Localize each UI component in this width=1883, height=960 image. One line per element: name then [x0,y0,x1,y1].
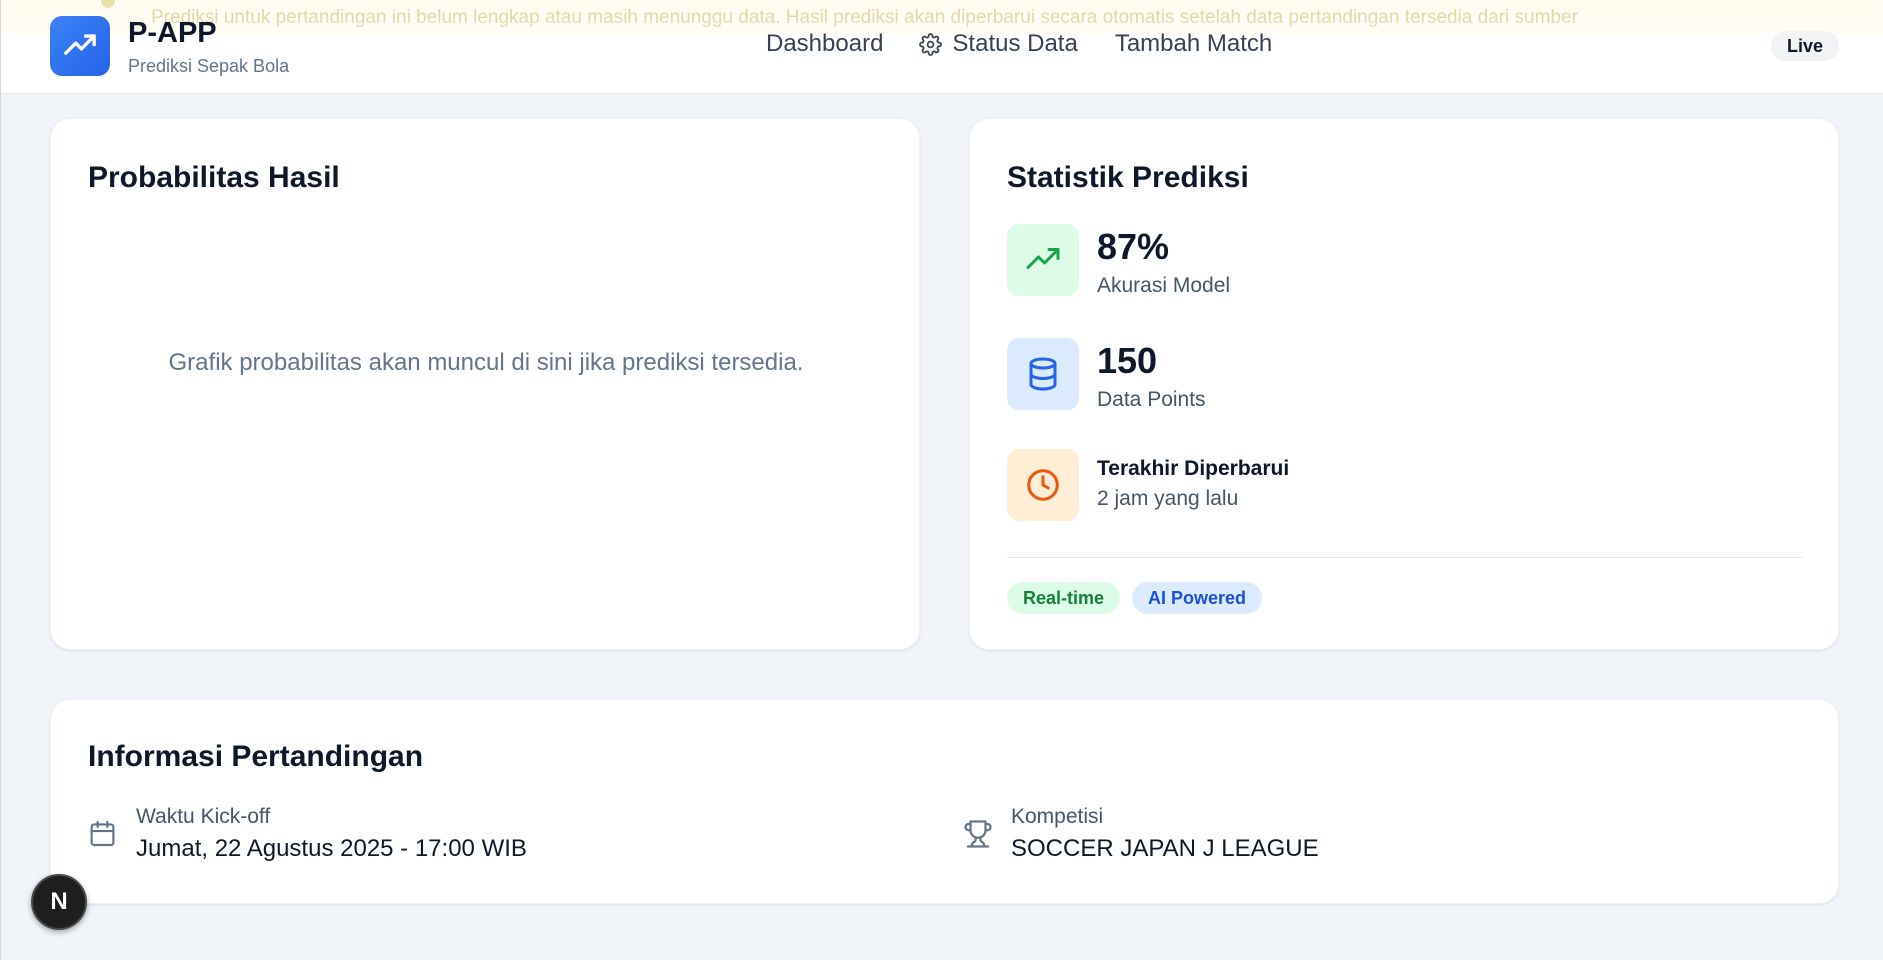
accuracy-label: Akurasi Model [1097,274,1231,297]
trending-up-icon [1007,224,1079,296]
probability-title: Probabilitas Hasil [88,161,340,194]
main-nav: Dashboard Status Data Tambah Match [766,30,1272,58]
last-updated-value: 2 jam yang lalu [1097,487,1239,510]
match-info-card: Informasi Pertandingan Waktu Kick-off Ju… [50,699,1839,904]
top-header: Prediksi untuk pertandingan ini belum le… [1,0,1883,94]
trophy-icon [963,819,993,854]
clock-icon [1007,449,1079,521]
notice-text: Prediksi untuk pertandingan ini belum le… [151,7,1578,28]
nav-dashboard[interactable]: Dashboard [766,30,883,58]
trending-up-icon [64,34,96,55]
kickoff-label: Waktu Kick-off [136,805,271,828]
notice-banner: Prediksi untuk pertandingan ini belum le… [1,0,1883,34]
data-points-value: 150 [1097,340,1158,381]
nav-dashboard-label: Dashboard [766,30,884,57]
live-badge: Live [1771,31,1839,61]
prediction-stats-card: Statistik Prediksi 87% Akurasi Model 150 [969,118,1839,650]
nav-status-data-label: Status Data [952,30,1078,57]
nav-add-match[interactable]: Tambah Match [1115,30,1272,58]
database-icon [1007,338,1079,410]
data-points-label: Data Points [1097,388,1206,411]
match-info-title: Informasi Pertandingan [88,740,424,773]
last-updated-title: Terakhir Diperbarui [1097,457,1290,480]
stats-divider [1007,557,1803,558]
app-subtitle: Prediksi Sepak Bola [128,56,290,76]
gear-icon [919,32,943,56]
notice-icon [101,0,115,8]
stats-title: Statistik Prediksi [1007,161,1249,194]
app-logo[interactable] [50,16,110,76]
app-name: P-APP [128,17,217,49]
probability-card: Probabilitas Hasil Grafik probabilitas a… [50,118,920,650]
competition-value: SOCCER JAPAN J LEAGUE [1011,835,1319,862]
app-page: Prediksi untuk pertandingan ini belum le… [0,0,1883,960]
competition-label: Kompetisi [1011,805,1104,828]
stats-tags: Real-time AI Powered [1007,582,1274,614]
tag-ai-powered: AI Powered [1132,582,1263,614]
accuracy-value: 87% [1097,226,1170,267]
tag-realtime: Real-time [1007,582,1121,614]
calendar-icon [88,819,117,853]
next-dev-button[interactable]: N [31,874,87,930]
nav-add-match-label: Tambah Match [1114,30,1273,57]
nav-status-data[interactable]: Status Data [919,30,1078,58]
kickoff-value: Jumat, 22 Agustus 2025 - 17:00 WIB [136,835,527,862]
probability-empty-message: Grafik probabilitas akan muncul di sini … [168,349,804,376]
